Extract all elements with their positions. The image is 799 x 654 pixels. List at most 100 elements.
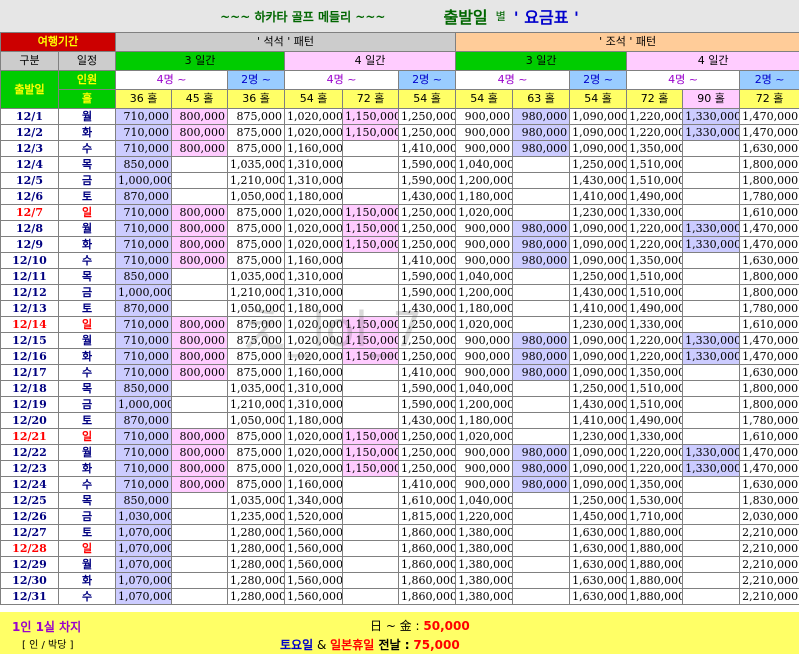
price-cell: 1,560,000 bbox=[284, 556, 344, 573]
price-cell: 1,815,000 bbox=[398, 508, 457, 525]
price-cell: 1,430,000 bbox=[398, 300, 457, 317]
iljeong-header: 일정 bbox=[57, 51, 117, 71]
price-cell bbox=[682, 556, 741, 573]
depart-header: 출발일 bbox=[0, 70, 59, 109]
price-cell: 1,280,000 bbox=[227, 524, 286, 541]
period-header: 여행기간 bbox=[0, 32, 117, 52]
price-cell: 800,000 bbox=[171, 204, 229, 221]
table-row: 12/25 목 850,000 1,035,000 1,340,000 1,610,000… bbox=[0, 492, 799, 509]
weekday-cell: 수 bbox=[57, 588, 117, 605]
price-cell bbox=[682, 300, 741, 317]
price-cell: 1,090,000 bbox=[569, 348, 628, 365]
weekday-cell: 화 bbox=[57, 460, 117, 477]
price-cell: 1,410,000 bbox=[398, 140, 457, 157]
price-cell: 710,000 bbox=[115, 236, 173, 253]
price-cell: 1,160,000 bbox=[284, 476, 344, 493]
price-cell: 1,610,000 bbox=[739, 428, 799, 445]
price-cell bbox=[512, 492, 571, 509]
price-cell: 1,430,000 bbox=[398, 188, 457, 205]
price-cell bbox=[512, 156, 571, 173]
price-cell: 1,020,000 bbox=[284, 316, 344, 333]
price-cell: 1,310,000 bbox=[284, 156, 344, 173]
price-cell bbox=[682, 172, 741, 189]
price-cell: 1,880,000 bbox=[626, 556, 684, 573]
p2-header-4: 2명 ~ bbox=[739, 70, 799, 90]
price-cell: 850,000 bbox=[115, 492, 173, 509]
price-cell: 1,250,000 bbox=[569, 380, 628, 397]
price-cell: 1,880,000 bbox=[626, 572, 684, 589]
holiday-label: 일본휴일 bbox=[330, 638, 375, 652]
price-cell: 1,035,000 bbox=[227, 156, 286, 173]
price-cell: 1,220,000 bbox=[626, 332, 684, 349]
price-cell: 1,490,000 bbox=[626, 412, 684, 429]
price-cell: 1,330,000 bbox=[682, 236, 741, 253]
gubun-header: 구분 bbox=[0, 51, 59, 71]
price-cell: 1,530,000 bbox=[626, 492, 684, 509]
price-cell bbox=[342, 156, 400, 173]
price-cell bbox=[342, 364, 400, 381]
price-cell: 1,310,000 bbox=[284, 172, 344, 189]
price-cell: 1,410,000 bbox=[569, 188, 628, 205]
table-row: 12/3 수 710,000 800,000 875,000 1,160,000 1,410… bbox=[0, 140, 799, 157]
price-cell: 1,410,000 bbox=[398, 364, 457, 381]
date-cell: 12/5 bbox=[0, 172, 59, 189]
date-cell: 12/22 bbox=[0, 444, 59, 461]
price-cell: 1,310,000 bbox=[284, 396, 344, 413]
price-cell: 1,510,000 bbox=[626, 156, 684, 173]
price-cell: 1,880,000 bbox=[626, 540, 684, 557]
price-cell: 800,000 bbox=[171, 364, 229, 381]
price-cell: 1,510,000 bbox=[626, 396, 684, 413]
price-cell: 800,000 bbox=[171, 428, 229, 445]
p2-header-3: 2명 ~ bbox=[569, 70, 628, 90]
date-cell: 12/29 bbox=[0, 556, 59, 573]
price-cell: 1,350,000 bbox=[626, 476, 684, 493]
price-cell: 1,090,000 bbox=[569, 476, 628, 493]
price-cell: 1,050,000 bbox=[227, 412, 286, 429]
price-cell: 900,000 bbox=[455, 476, 514, 493]
price-cell: 1,200,000 bbox=[455, 396, 514, 413]
price-cell: 900,000 bbox=[455, 252, 514, 269]
price-cell: 1,450,000 bbox=[569, 508, 628, 525]
price-cell: 800,000 bbox=[171, 316, 229, 333]
price-cell: 1,035,000 bbox=[227, 492, 286, 509]
date-cell: 12/17 bbox=[0, 364, 59, 381]
price-cell: 1,780,000 bbox=[739, 188, 799, 205]
price-cell: 1,000,000 bbox=[115, 284, 173, 301]
price-cell: 1,860,000 bbox=[398, 540, 457, 557]
date-cell: 12/13 bbox=[0, 300, 59, 317]
price-cell: 710,000 bbox=[115, 348, 173, 365]
weekday-cell: 월 bbox=[57, 220, 117, 237]
price-cell: 1,250,000 bbox=[569, 156, 628, 173]
d4-header-1: 4 일간 bbox=[284, 51, 457, 71]
price-cell bbox=[682, 572, 741, 589]
price-cell: 875,000 bbox=[227, 348, 286, 365]
price-cell: 870,000 bbox=[115, 300, 173, 317]
table-row: 12/30 화 1,070,000 1,280,000 1,560,000 1,860,0… bbox=[0, 572, 799, 589]
weekday-cell: 수 bbox=[57, 364, 117, 381]
price-cell: 1,250,000 bbox=[398, 348, 457, 365]
price-cell: 875,000 bbox=[227, 236, 286, 253]
price-cell: 800,000 bbox=[171, 220, 229, 237]
price-cell: 1,020,000 bbox=[284, 236, 344, 253]
price-cell: 1,470,000 bbox=[739, 236, 799, 253]
table-row: 12/14 일 710,000 800,000 875,000 1,020,000 1,15… bbox=[0, 316, 799, 333]
pattern2-header: ' 조석 ' 패턴 bbox=[455, 32, 799, 52]
price-cell: 1,470,000 bbox=[739, 348, 799, 365]
price-cell: 710,000 bbox=[115, 460, 173, 477]
price-cell: 1,610,000 bbox=[739, 316, 799, 333]
price-cell: 1,090,000 bbox=[569, 140, 628, 157]
price-cell bbox=[682, 188, 741, 205]
price-cell bbox=[512, 380, 571, 397]
price-cell: 800,000 bbox=[171, 476, 229, 493]
price-cell: 1,860,000 bbox=[398, 524, 457, 541]
price-cell: 1,090,000 bbox=[569, 460, 628, 477]
price-cell: 1,280,000 bbox=[227, 540, 286, 557]
price-cell: 875,000 bbox=[227, 140, 286, 157]
table-row: 12/7 일 710,000 800,000 875,000 1,020,000 1,150… bbox=[0, 204, 799, 221]
price-cell bbox=[512, 396, 571, 413]
price-cell bbox=[682, 412, 741, 429]
price-cell: 1,220,000 bbox=[626, 108, 684, 125]
date-cell: 12/30 bbox=[0, 572, 59, 589]
price-cell: 980,000 bbox=[512, 252, 571, 269]
price-cell: 1,590,000 bbox=[398, 284, 457, 301]
